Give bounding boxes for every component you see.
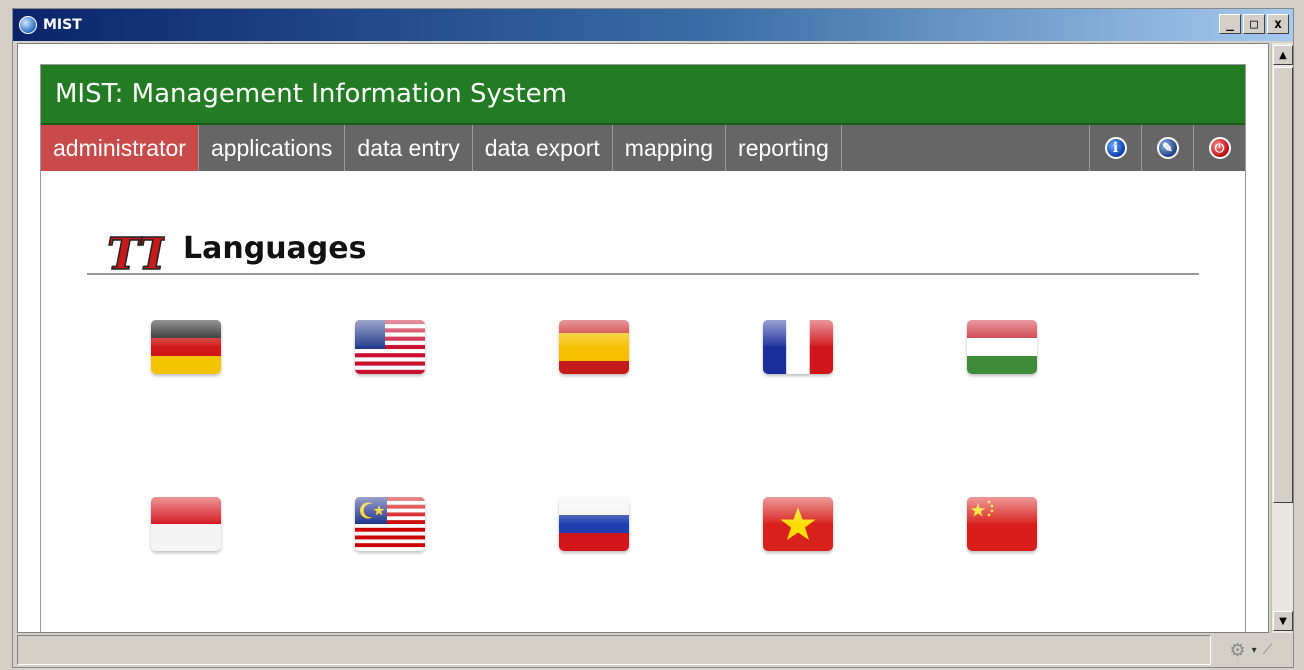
- window-controls: _ □ x: [1219, 14, 1289, 34]
- nav-item-reporting[interactable]: reporting: [726, 125, 842, 171]
- hungarian-flag-icon: [967, 320, 1037, 374]
- vertical-scrollbar[interactable]: ▲ ▼: [1271, 43, 1293, 633]
- flag-english[interactable]: [355, 320, 425, 374]
- spanish-flag-icon: [559, 320, 629, 374]
- app-header: MIST: Management Information System: [41, 65, 1245, 125]
- minimize-button[interactable]: _: [1219, 14, 1241, 34]
- power-icon: ⏻: [1208, 137, 1231, 159]
- german-flag-icon: [151, 320, 221, 374]
- translate-logo-icon: TT: [106, 228, 165, 277]
- flag-russian[interactable]: [559, 497, 629, 551]
- status-bar: ⚙ ▾ ⟋: [17, 635, 1291, 667]
- gear-icon[interactable]: ⚙: [1230, 640, 1246, 661]
- edit-button[interactable]: ✎: [1141, 125, 1193, 171]
- browser-window: MIST _ □ x MIST: Management Information …: [12, 8, 1294, 668]
- app-frame: MIST: Management Information System admi…: [40, 64, 1246, 632]
- app-title: MIST: Management Information System: [55, 79, 567, 109]
- page-title: Languages: [183, 231, 367, 266]
- scroll-thumb[interactable]: [1273, 67, 1293, 503]
- vietnamese-flag-icon: [763, 497, 833, 551]
- flag-spanish[interactable]: [559, 320, 629, 374]
- flag-vietnamese[interactable]: [763, 497, 833, 551]
- flag-german[interactable]: [151, 320, 221, 374]
- nav-item-applications[interactable]: applications: [199, 125, 346, 171]
- us-flag-icon: [355, 320, 425, 374]
- globe-icon: [19, 16, 37, 34]
- info-button[interactable]: i: [1089, 125, 1141, 171]
- flag-hungarian[interactable]: [967, 320, 1037, 374]
- chinese-flag-icon: [967, 497, 1037, 551]
- logout-button[interactable]: ⏻: [1193, 125, 1245, 171]
- edit-icon: ✎: [1156, 137, 1179, 159]
- flag-indonesian[interactable]: [151, 497, 221, 551]
- scroll-down-icon[interactable]: ▼: [1273, 611, 1293, 631]
- status-tools: ⚙ ▾ ⟋: [1211, 635, 1291, 665]
- nav-item-administrator[interactable]: administrator: [41, 125, 199, 171]
- malaysian-flag-icon: [355, 497, 425, 551]
- page-viewport: MIST: Management Information System admi…: [17, 43, 1269, 633]
- maximize-button[interactable]: □: [1243, 14, 1265, 34]
- section-header: TT Languages: [87, 215, 1199, 277]
- nav-tools: i ✎ ⏻: [1089, 125, 1245, 171]
- nav-item-mapping[interactable]: mapping: [613, 125, 727, 171]
- logo-lettering: TT: [107, 229, 165, 277]
- indonesian-flag-icon: [151, 497, 221, 551]
- chevron-down-icon[interactable]: ▾: [1252, 645, 1257, 656]
- flag-chinese[interactable]: [967, 497, 1037, 551]
- close-button[interactable]: x: [1267, 14, 1289, 34]
- window-title: MIST: [43, 17, 82, 33]
- nav-item-data-export[interactable]: data export: [473, 125, 613, 171]
- title-bar: MIST _ □ x: [13, 9, 1293, 41]
- flag-french[interactable]: [763, 320, 833, 374]
- main-nav: administrator applications data entry da…: [41, 125, 1245, 171]
- flag-malay[interactable]: [355, 497, 425, 551]
- scroll-up-icon[interactable]: ▲: [1273, 45, 1293, 65]
- resize-grip-icon[interactable]: ⟋: [1263, 642, 1273, 658]
- french-flag-icon: [763, 320, 833, 374]
- info-icon: i: [1104, 137, 1127, 159]
- status-text: [17, 635, 1211, 665]
- russian-flag-icon: [559, 497, 629, 551]
- nav-item-data-entry[interactable]: data entry: [345, 125, 473, 171]
